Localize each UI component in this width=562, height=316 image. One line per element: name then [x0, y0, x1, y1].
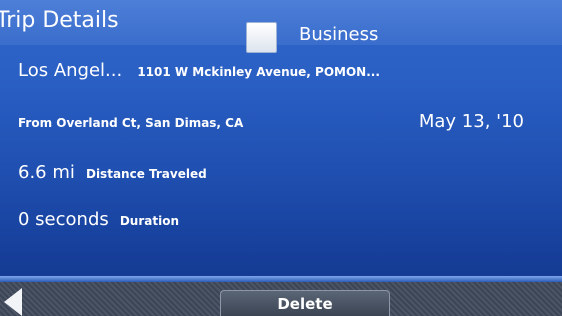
distance-row: 6.6 mi Distance Traveled [18, 158, 207, 188]
distance-label: Distance Traveled [85, 167, 207, 181]
duration-value: 0 seconds [18, 209, 109, 230]
duration-row: 0 seconds Duration [18, 205, 179, 235]
origin-row: From Overland Ct, San Dimas, CA [18, 107, 243, 137]
destination-row: Los Angel... 1101 W Mckinley Avenue, POM… [18, 56, 380, 86]
duration-label: Duration [119, 214, 179, 228]
page-title: Trip Details [0, 8, 119, 33]
distance-value: 6.6 mi [18, 162, 75, 183]
trip-details-screen: Trip Details Business Los Angel... 1101 … [0, 0, 562, 316]
origin-text: From Overland Ct, San Dimas, CA [18, 116, 244, 130]
trip-date: May 13, '10 [418, 111, 524, 132]
delete-button[interactable]: Delete [220, 290, 390, 316]
destination-name: Los Angel... [18, 60, 123, 81]
business-label: Business [299, 24, 379, 45]
back-arrow-glyph [4, 288, 22, 316]
back-arrow-icon[interactable] [0, 286, 28, 316]
destination-address: 1101 W Mckinley Avenue, POMON... [137, 65, 380, 79]
business-checkbox[interactable] [246, 22, 277, 53]
header-bar: Trip Details [0, 0, 562, 45]
